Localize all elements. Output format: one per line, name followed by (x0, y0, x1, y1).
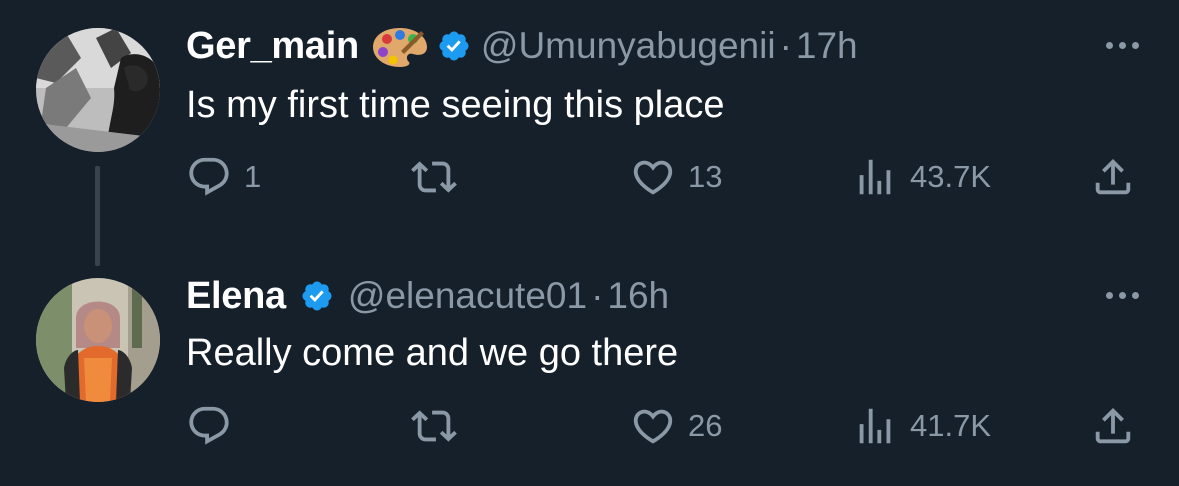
views-button[interactable]: 41.7K (852, 403, 991, 449)
more-icon[interactable] (1106, 292, 1139, 299)
display-name[interactable]: Elena (186, 275, 286, 318)
verified-badge-icon (300, 279, 334, 313)
like-button[interactable]: 26 (630, 403, 722, 449)
like-icon (633, 409, 673, 444)
share-icon (1095, 407, 1131, 444)
views-count: 41.7K (910, 408, 992, 443)
like-icon (633, 160, 673, 195)
views-icon (859, 408, 891, 444)
share-button[interactable] (1090, 154, 1136, 200)
tweet-2-header: Elena @elenacute01 · 16h (186, 272, 669, 320)
reply-icon (189, 157, 229, 196)
timestamp[interactable]: 16h (607, 275, 669, 317)
like-button[interactable]: 13 (630, 154, 722, 200)
more-icon[interactable] (1106, 42, 1139, 49)
tweet-1-actions: 1 13 43.7K (186, 154, 1146, 200)
share-button[interactable] (1090, 403, 1136, 449)
thread-connector-line (95, 166, 100, 266)
retweet-icon (411, 410, 457, 442)
tweet-text: Is my first time seeing this place (186, 84, 725, 126)
thread: Ger_main @Umunyabugenii · 17h Is my firs… (0, 0, 1179, 486)
views-button[interactable]: 43.7K (852, 154, 991, 200)
retweet-button[interactable] (411, 154, 469, 200)
reply-button[interactable]: 1 (186, 154, 261, 200)
artist-palette-icon (371, 25, 429, 67)
avatar-germain[interactable] (36, 28, 160, 152)
avatar-elena[interactable] (36, 278, 160, 402)
views-count: 43.7K (910, 159, 992, 194)
display-name[interactable]: Ger_main (186, 25, 359, 68)
timestamp[interactable]: 17h (796, 25, 858, 67)
like-count: 26 (688, 408, 723, 443)
handle[interactable]: @elenacute01 (348, 275, 587, 317)
tweet-2-actions: 26 41.7K (186, 403, 1146, 449)
handle[interactable]: @Umunyabugenii (481, 25, 776, 67)
verified-badge-icon (437, 29, 471, 63)
reply-button[interactable] (186, 403, 244, 449)
views-icon (859, 159, 891, 195)
reply-icon (189, 406, 229, 445)
reply-count: 1 (244, 159, 262, 194)
retweet-icon (411, 161, 457, 193)
retweet-button[interactable] (411, 403, 469, 449)
tweet-text: Really come and we go there (186, 332, 679, 374)
like-count: 13 (688, 159, 723, 194)
separator-dot: · (779, 25, 792, 66)
share-icon (1095, 158, 1131, 195)
tweet-1-header: Ger_main @Umunyabugenii · 17h (186, 22, 858, 70)
separator-dot: · (591, 275, 604, 316)
